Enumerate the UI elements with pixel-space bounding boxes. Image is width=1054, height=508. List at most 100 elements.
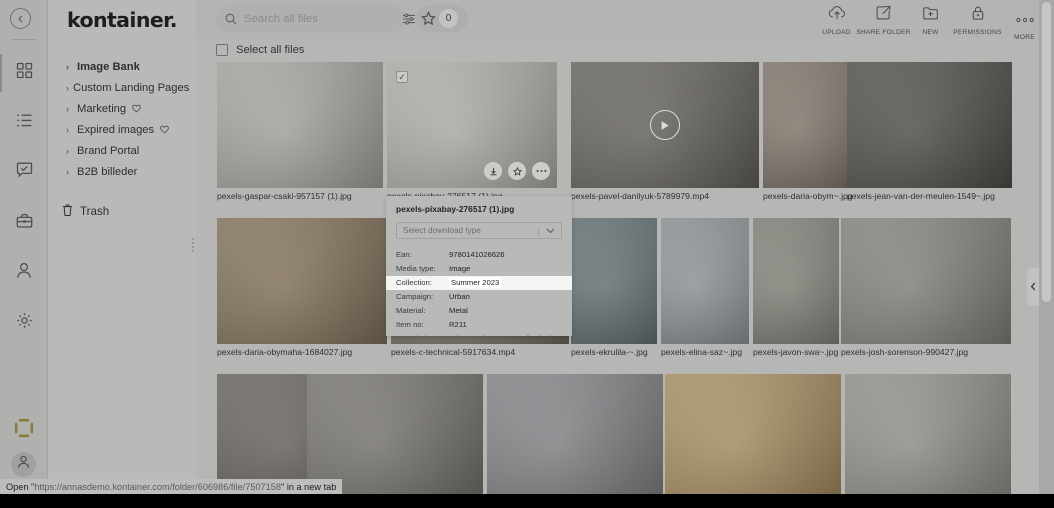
sidebar-item-marketing[interactable]: ›Marketing — [48, 98, 196, 119]
file-tile[interactable]: pexels-jean-van-der-meulen-1549~.jpg — [847, 62, 1012, 188]
folder-sidebar: kontainer. ›Image Bank›Custom Landing Pa… — [48, 0, 196, 508]
metadata-value: 9780141026626 — [449, 249, 505, 260]
favorite-heart-icon[interactable] — [160, 125, 169, 134]
expand-right-panel-handle[interactable] — [1027, 268, 1039, 306]
ellipsis-icon — [1015, 5, 1035, 31]
chevron-right-icon[interactable]: › — [66, 83, 69, 93]
chevron-left-icon — [1030, 278, 1037, 296]
play-icon[interactable] — [650, 110, 680, 140]
filter-sliders-icon[interactable] — [402, 12, 416, 26]
app-logo: kontainer. — [67, 8, 177, 32]
file-thumbnail[interactable] — [487, 374, 663, 500]
metadata-value: Image — [449, 263, 470, 274]
select-all-row[interactable]: Select all files — [216, 44, 304, 56]
file-thumbnail[interactable] — [217, 62, 383, 188]
list-icon — [16, 113, 33, 133]
briefcase-icon — [16, 213, 33, 234]
trash-icon — [62, 204, 73, 219]
kontainer-dam-window: kontainer. ›Image Bank›Custom Landing Pa… — [0, 0, 1054, 508]
sidebar-item-b2b-billeder[interactable]: ›B2B billeder — [48, 161, 196, 182]
browser-status-bar: Open "https://annasdemo.kontainer.com/fo… — [0, 479, 342, 494]
tile-hover-actions — [484, 162, 550, 180]
rail-item-grid-view[interactable] — [0, 48, 48, 98]
chevron-right-icon[interactable]: › — [66, 146, 73, 156]
file-tile[interactable]: pexels-pavel-danilyuk-5789979.mp4 — [571, 62, 759, 188]
upload-label: UPLOAD — [822, 29, 851, 36]
download-type-select[interactable]: Select download type | — [396, 222, 562, 239]
file-tile[interactable]: pexels-daria-obym~.jpg — [763, 62, 849, 188]
rail-item-approvals[interactable] — [0, 148, 48, 198]
favorite-heart-icon[interactable] — [132, 104, 141, 113]
file-tile[interactable]: pexels-elina-saz~.jpg — [661, 218, 749, 344]
file-thumbnail[interactable] — [845, 374, 1011, 500]
metadata-key: Material: — [396, 305, 449, 316]
select-all-label: Select all files — [236, 44, 304, 56]
scrollbar-thumb[interactable] — [1042, 2, 1051, 302]
file-thumbnail[interactable] — [571, 218, 657, 344]
folder-label: Brand Portal — [77, 145, 139, 157]
file-thumbnail[interactable] — [753, 218, 839, 344]
select-all-checkbox[interactable] — [216, 44, 228, 56]
search-bar[interactable] — [216, 5, 406, 32]
status-suffix: " in a new tab — [281, 482, 336, 492]
user-avatar-icon — [17, 455, 30, 474]
file-thumbnail[interactable] — [665, 374, 841, 500]
tile-more-icon[interactable] — [532, 162, 550, 180]
file-detail-popup: pexels-pixabay-276517 (1).jpg Select dow… — [386, 196, 572, 336]
file-tile[interactable]: pexels-josh-sorenson-990427.jpg — [841, 218, 1011, 344]
metadata-key: Item no: — [396, 319, 449, 330]
file-tile[interactable]: ✓pexels-pixabay-276517 (1).jpg — [387, 62, 557, 188]
chevron-right-icon[interactable]: › — [66, 167, 73, 177]
file-tile[interactable]: pexels-javon-swa~.jpg — [753, 218, 839, 344]
page-scrollbar[interactable] — [1039, 0, 1054, 508]
chevron-right-icon[interactable]: › — [66, 125, 73, 135]
file-thumbnail[interactable] — [841, 218, 1011, 344]
new-folder-icon — [922, 5, 939, 26]
rail-item-portfolio[interactable] — [0, 198, 48, 248]
file-tile[interactable]: pexels-daria-obymaha-1684027.jpg — [217, 218, 387, 344]
window-bottom-bar — [0, 494, 1054, 508]
rail-item-users[interactable] — [0, 248, 48, 298]
file-thumbnail[interactable] — [763, 62, 849, 188]
metadata-row: Campaign:Urban — [386, 290, 572, 304]
sidebar-item-trash[interactable]: Trash — [62, 204, 109, 219]
new-button[interactable]: NEW — [907, 2, 954, 41]
file-caption: pexels-ekrulila-~.jpg — [571, 347, 648, 357]
share-folder-button[interactable]: SHARE FOLDER — [860, 2, 907, 41]
rail-item-settings[interactable] — [0, 298, 48, 348]
file-tile[interactable] — [487, 374, 663, 500]
file-tile[interactable]: pexels-gaspar-csaki-957157 (1).jpg — [217, 62, 383, 188]
file-tile[interactable] — [665, 374, 841, 500]
file-thumbnail[interactable] — [847, 62, 1012, 188]
file-select-checkbox[interactable]: ✓ — [396, 71, 408, 83]
favorite-star-icon[interactable] — [508, 162, 526, 180]
sidebar-item-expired-images[interactable]: ›Expired images — [48, 119, 196, 140]
file-thumbnail[interactable] — [217, 218, 387, 344]
metadata-row: Material:Metal — [386, 304, 572, 318]
folder-label: Custom Landing Pages — [73, 82, 189, 94]
chevron-right-icon[interactable]: › — [66, 62, 73, 72]
file-tile[interactable] — [845, 374, 1011, 500]
file-thumbnail[interactable] — [661, 218, 749, 344]
sidebar-item-image-bank[interactable]: ›Image Bank — [48, 56, 196, 77]
file-tile[interactable]: pexels-ekrulila-~.jpg — [571, 218, 657, 344]
file-caption: pexels-daria-obym~.jpg — [763, 191, 853, 201]
action-toolbar: UPLOAD SHARE FOLDER — [813, 2, 1048, 41]
sidebar-item-custom-landing-pages[interactable]: › Custom Landing Pages — [48, 77, 196, 98]
rail-divider — [11, 39, 37, 40]
download-icon[interactable] — [484, 162, 502, 180]
permissions-button[interactable]: PERMISSIONS — [954, 2, 1001, 41]
metadata-row[interactable]: Collection:Summer 2023 — [386, 276, 572, 290]
rail-item-list-view[interactable] — [0, 98, 48, 148]
metadata-value: Urban — [449, 291, 470, 302]
user-avatar-button[interactable] — [11, 452, 36, 477]
search-input[interactable] — [244, 13, 398, 25]
collapse-sidebar-button[interactable] — [10, 8, 31, 29]
favorites-button[interactable]: 0 — [416, 5, 468, 32]
upload-button[interactable]: UPLOAD — [813, 2, 860, 41]
chevron-right-icon[interactable]: › — [66, 104, 73, 114]
sidebar-item-brand-portal[interactable]: › Brand Portal — [48, 140, 196, 161]
file-caption: pexels-javon-swa~.jpg — [753, 347, 838, 357]
select-divider: | — [538, 226, 546, 236]
more-label: MORE — [1014, 34, 1035, 41]
